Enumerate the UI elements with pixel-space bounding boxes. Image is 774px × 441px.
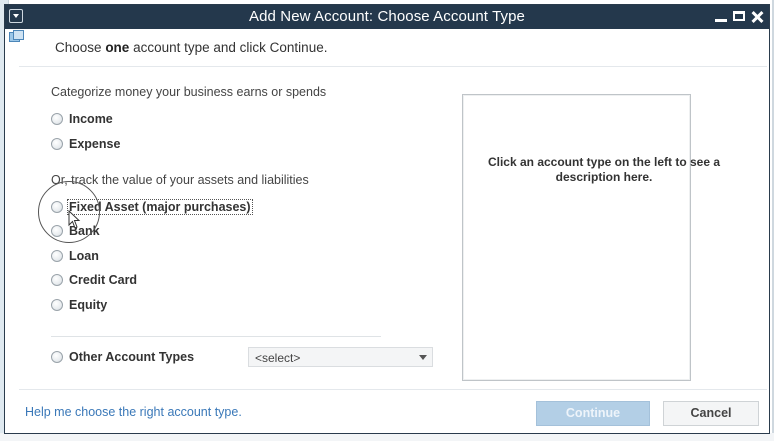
radio-button[interactable] [51,299,63,311]
chevron-down-icon [419,355,427,360]
close-icon[interactable] [749,9,765,25]
divider [51,336,381,337]
radio-button[interactable] [51,113,63,125]
radio-button[interactable] [51,138,63,150]
maximize-icon[interactable] [731,9,747,25]
radio-expense[interactable]: Expense [51,135,120,153]
cancel-button[interactable]: Cancel [663,401,759,426]
categorize-label: Categorize money your business earns or … [51,85,327,99]
radio-label-income[interactable]: Income [69,112,113,126]
instruction-suffix: account type and click Continue. [133,40,328,55]
instruction-prefix: Choose [55,40,102,55]
other-account-type-select[interactable]: <select> [248,347,433,367]
background-window-bottom [0,433,774,441]
radio-button[interactable] [51,274,63,286]
instruction-text: Choose one account type and click Contin… [55,40,327,55]
quickbooks-window-icon [9,30,24,42]
description-text: Click an account type on the left to see… [487,155,721,184]
minimize-icon[interactable] [713,9,729,25]
radio-label-other[interactable]: Other Account Types [69,350,194,364]
title-bar: Add New Account: Choose Account Type [5,5,769,29]
radio-loan[interactable]: Loan [51,247,99,265]
radio-income[interactable]: Income [51,110,113,128]
radio-equity[interactable]: Equity [51,296,107,314]
description-box [462,94,691,381]
track-label: Or, track the value of your assets and l… [51,173,309,187]
mouse-pointer-icon [68,210,81,229]
radio-button[interactable] [51,351,63,363]
radio-credit-card[interactable]: Credit Card [51,271,137,289]
help-link[interactable]: Help me choose the right account type. [25,405,242,419]
radio-label-equity[interactable]: Equity [69,298,107,312]
select-value: <select> [255,351,301,365]
radio-label-loan[interactable]: Loan [69,249,99,263]
radio-other-account-types[interactable]: Other Account Types [51,348,194,366]
instruction-emphasis: one [105,40,130,55]
radio-label-credit-card[interactable]: Credit Card [69,273,137,287]
continue-button[interactable]: Continue [536,401,650,426]
radio-button[interactable] [51,250,63,262]
window-title: Add New Account: Choose Account Type [249,8,525,25]
radio-label-expense[interactable]: Expense [69,137,120,151]
